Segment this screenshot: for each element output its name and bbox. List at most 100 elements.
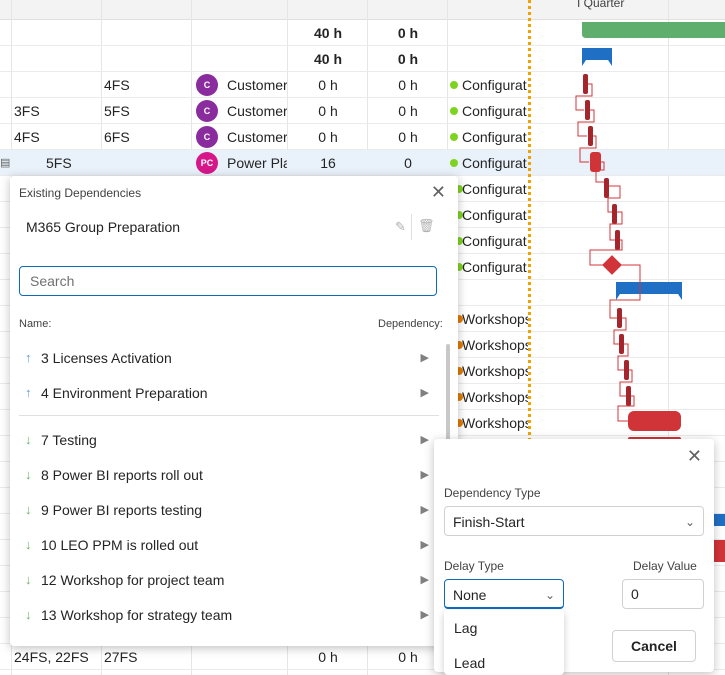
dependency-label: 3 Licenses Activation — [41, 350, 172, 366]
task-bar — [612, 204, 617, 224]
dependency-label: 8 Power BI reports roll out — [41, 467, 203, 483]
delay-value-input[interactable] — [622, 579, 704, 609]
status-dot — [450, 133, 458, 141]
arrow-down-icon: ↓ — [25, 467, 32, 482]
divider — [19, 415, 439, 416]
chevron-right-icon[interactable]: ▶ — [421, 425, 429, 455]
task-bar — [615, 230, 620, 250]
milestone-diamond — [602, 255, 622, 275]
avatar: C — [196, 126, 218, 148]
avatar: PC — [196, 152, 218, 174]
resource-cell: Customer — [227, 129, 287, 145]
bucket-cell: Configurat — [462, 259, 527, 275]
dependency-item[interactable]: ↓ 12 Workshop for project team ▶ — [19, 565, 429, 595]
successor-cell: 5FS — [104, 103, 130, 119]
successor-cell: 6FS — [104, 129, 130, 145]
task-bar — [604, 178, 609, 198]
close-icon[interactable]: ✕ — [687, 446, 702, 467]
dependency-label: 10 LEO PPM is rolled out — [41, 537, 199, 553]
chevron-right-icon[interactable]: ▶ — [421, 495, 429, 525]
task-bar — [617, 308, 622, 328]
bucket-cell: Workshops — [462, 311, 528, 327]
dependency-label: 13 Workshop for strategy team — [41, 607, 233, 623]
dependency-type-label: Dependency Type — [444, 486, 541, 500]
task-bar — [590, 152, 601, 172]
work-cell: 40 h — [313, 25, 342, 41]
chevron-right-icon[interactable]: ▶ — [421, 600, 429, 630]
dependency-column-header: Dependency: — [378, 318, 443, 330]
bucket-cell: Configurat — [462, 103, 527, 119]
arrow-down-icon: ↓ — [25, 572, 32, 587]
chevron-right-icon[interactable]: ▶ — [421, 530, 429, 560]
chevron-right-icon[interactable]: ▶ — [421, 565, 429, 595]
chevron-right-icon[interactable]: ▶ — [421, 343, 429, 373]
edit-icon[interactable]: ✎ — [395, 219, 406, 235]
name-column-header: Name: — [19, 318, 52, 330]
chevron-down-icon: ⌄ — [544, 588, 555, 602]
menu-option-lead[interactable]: Lead — [454, 655, 485, 671]
menu-option-lag[interactable]: Lag — [454, 620, 477, 636]
dependency-item[interactable]: ↓ 10 LEO PPM is rolled out ▶ — [19, 530, 429, 560]
predecessor-cell — [14, 72, 100, 98]
dependency-item[interactable]: ↓ 8 Power BI reports roll out ▶ — [19, 460, 429, 490]
cancel-button[interactable]: Cancel — [612, 630, 696, 662]
delay-type-value: None — [453, 587, 487, 603]
delay-value-label: Delay Value — [633, 559, 697, 573]
bucket-cell: Configurat — [462, 181, 527, 197]
dependency-item[interactable]: ↓ 7 Testing ▶ — [19, 425, 429, 455]
status-dot — [450, 107, 458, 115]
dependency-label: 12 Workshop for project team — [41, 572, 225, 588]
dependency-label: 9 Power BI reports testing — [41, 502, 203, 518]
task-bar — [624, 360, 629, 380]
bucket-cell: Configurat — [462, 129, 527, 145]
bucket-cell: Workshops — [462, 337, 528, 353]
chevron-right-icon[interactable]: ▶ — [421, 378, 429, 408]
arrow-up-icon: ↑ — [25, 350, 32, 365]
task-bar — [583, 74, 588, 94]
predecessor-cell: 5FS — [46, 155, 72, 171]
dependency-type-select[interactable]: Finish-Start ⌄ — [444, 506, 704, 536]
bucket-cell: Configurat — [462, 77, 527, 93]
arrow-down-icon: ↓ — [25, 607, 32, 622]
bucket-cell: Configurat — [462, 155, 527, 171]
delay-type-label: Delay Type — [444, 559, 504, 573]
dependencies-panel: Existing Dependencies ✕ M365 Group Prepa… — [10, 176, 458, 646]
task-details-icon[interactable]: ▤ — [0, 150, 11, 176]
remaining-cell: 0 h — [397, 51, 419, 67]
predecessor-cell: 3FS — [14, 103, 40, 119]
predecessor-cell: 4FS — [14, 129, 40, 145]
bucket-cell: Workshops — [462, 389, 528, 405]
summary-bar — [582, 48, 612, 66]
bucket-cell: Workshops — [462, 363, 528, 379]
divider — [411, 214, 412, 240]
arrow-down-icon: ↓ — [25, 537, 32, 552]
predecessor-cell: 24FS, 22FS — [14, 649, 89, 665]
dependency-item[interactable]: ↓ 9 Power BI reports testing ▶ — [19, 495, 429, 525]
close-icon[interactable]: ✕ — [431, 182, 446, 203]
remaining-cell: 0 h — [398, 103, 418, 119]
task-bar — [626, 386, 631, 406]
resource-cell: Customer — [227, 103, 287, 119]
summary-bar — [582, 22, 725, 38]
chevron-right-icon[interactable]: ▶ — [421, 460, 429, 490]
delay-type-menu: Lag Lead — [444, 610, 564, 675]
dependency-item[interactable]: ↓ 13 Workshop for strategy team ▶ — [19, 600, 429, 630]
search-input[interactable] — [19, 266, 437, 296]
trash-icon[interactable]: 🗑 — [418, 218, 435, 234]
avatar: C — [196, 74, 218, 96]
dependency-item[interactable]: ↑ 3 Licenses Activation ▶ — [19, 343, 429, 373]
dependency-label: 7 Testing — [41, 432, 97, 448]
panel-title: Existing Dependencies — [19, 186, 142, 200]
selected-task-name: M365 Group Preparation — [26, 219, 181, 235]
bucket-cell: Configurat — [462, 207, 527, 223]
successor-cell — [104, 150, 190, 176]
work-cell: 16 — [320, 155, 336, 171]
successor-cell: 27FS — [104, 649, 138, 665]
delay-type-select[interactable]: None ⌄ — [444, 579, 564, 609]
successor-cell: 4FS — [104, 77, 130, 93]
dependency-item[interactable]: ↑ 4 Environment Preparation ▶ — [19, 378, 429, 408]
work-cell: 0 h — [318, 649, 338, 665]
remaining-cell: 0 h — [397, 25, 419, 41]
dependency-label: 4 Environment Preparation — [41, 385, 208, 401]
status-dot — [450, 81, 458, 89]
